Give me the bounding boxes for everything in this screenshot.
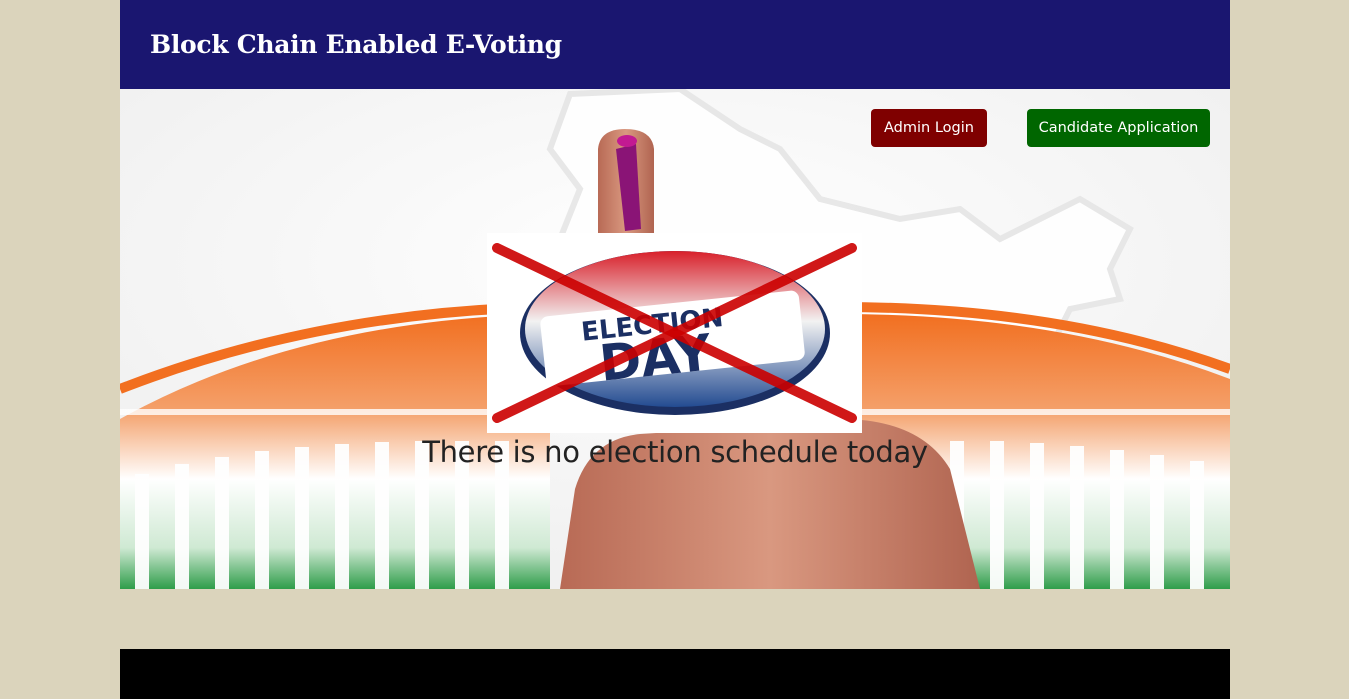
site-header: Block Chain Enabled E-Voting xyxy=(120,0,1230,89)
election-day-badge-icon: ELECTION DAY xyxy=(492,243,857,423)
page-container: Block Chain Enabled E-Voting Admin Login… xyxy=(120,0,1230,699)
hero-section: Admin Login Candidate Application ELECTI… xyxy=(120,89,1230,589)
site-title: Block Chain Enabled E-Voting xyxy=(150,30,562,59)
site-footer xyxy=(120,649,1230,699)
no-election-message: There is no election schedule today xyxy=(422,435,928,469)
candidate-application-button[interactable]: Candidate Application xyxy=(1027,109,1210,147)
admin-login-button[interactable]: Admin Login xyxy=(871,109,987,147)
election-day-banner: ELECTION DAY xyxy=(487,233,862,433)
